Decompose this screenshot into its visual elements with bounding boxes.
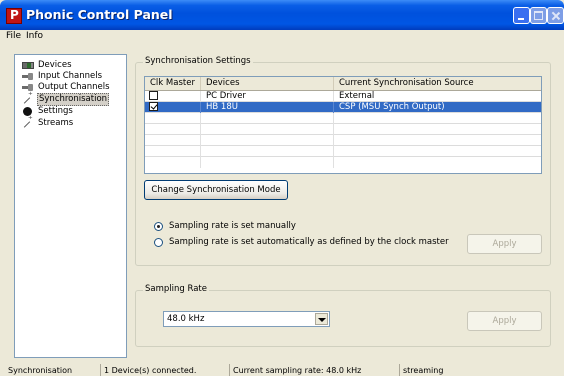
menu-file[interactable]: File <box>6 31 21 41</box>
sampling-rate-select[interactable]: 48.0 kHz <box>163 311 330 327</box>
table-header: Clk Master Devices Current Synchronisati… <box>145 77 541 91</box>
radio-auto-option[interactable]: Sampling rate is set automatically as de… <box>154 237 449 247</box>
radio-auto-label: Sampling rate is set automatically as de… <box>169 237 449 247</box>
table-row-empty <box>145 157 541 168</box>
sampling-rate-value: 48.0 kHz <box>167 314 205 324</box>
radio-manual[interactable] <box>154 221 163 231</box>
source-cell: CSP (MSU Synch Output) <box>339 102 445 112</box>
change-synchronisation-mode-button[interactable]: Change Synchronisation Mode <box>144 180 288 200</box>
maximize-button[interactable] <box>530 7 547 24</box>
clk-master-cell <box>145 102 201 113</box>
tree-item-synchronisation[interactable]: Synchronisation <box>22 91 110 106</box>
table-row[interactable]: PC Driver External <box>145 91 541 102</box>
source-cell: External <box>339 91 375 101</box>
status-page: Synchronisation <box>8 366 73 375</box>
tree-item-label: Settings <box>38 106 73 116</box>
tree-item-input-channels[interactable]: Input Channels <box>22 71 103 82</box>
tree-item-label: Output Channels <box>38 82 110 92</box>
status-bar: Synchronisation 1 Device(s) connected. C… <box>0 364 564 376</box>
phonic-logo-icon <box>6 8 22 24</box>
title-bar[interactable]: Phonic Control Panel <box>0 0 564 30</box>
device-cell: HB 18U <box>201 102 334 113</box>
clk-master-checkbox[interactable] <box>149 102 158 111</box>
minimize-button[interactable] <box>513 7 530 24</box>
synchronisation-table[interactable]: Clk Master Devices Current Synchronisati… <box>144 76 542 174</box>
device-cell: PC Driver <box>201 91 334 102</box>
menu-bar: File Info <box>0 30 564 44</box>
tree-item-label: Streams <box>38 118 74 128</box>
column-header-source[interactable]: Current Synchronisation Source <box>334 77 541 90</box>
input-channels-icon <box>22 72 34 81</box>
status-sampling-rate: Current sampling rate: 48.0 kHz <box>229 364 399 376</box>
tree-item-output-channels[interactable]: Output Channels <box>22 82 111 93</box>
tree-item-label: Synchronisation <box>37 93 110 106</box>
tree-item-streams[interactable]: Streams <box>22 115 74 129</box>
menu-info[interactable]: Info <box>26 31 43 41</box>
sampling-rate-title: Sampling Rate <box>143 284 209 294</box>
table-row-empty <box>145 146 541 157</box>
window-title: Phonic Control Panel <box>26 7 173 22</box>
navigation-tree[interactable]: Devices Input Channels Output Channels S… <box>14 54 127 358</box>
radio-manual-label: Sampling rate is set manually <box>169 221 296 231</box>
table-row-empty <box>145 113 541 124</box>
close-button[interactable] <box>547 7 564 24</box>
radio-manual-option[interactable]: Sampling rate is set manually <box>154 221 296 231</box>
tree-item-label: Devices <box>38 60 72 70</box>
synchronisation-icon <box>22 91 34 104</box>
status-devices: 1 Device(s) connected. <box>100 364 228 376</box>
clk-master-checkbox[interactable] <box>149 91 158 100</box>
radio-auto[interactable] <box>154 237 163 247</box>
sampling-apply-button[interactable]: Apply <box>467 311 542 331</box>
table-row[interactable]: HB 18U CSP (MSU Synch Output) <box>145 102 541 113</box>
clk-master-cell <box>145 91 201 102</box>
synchronisation-settings-title: Synchronisation Settings <box>143 56 253 66</box>
tree-item-label: Input Channels <box>38 71 103 81</box>
sync-apply-button[interactable]: Apply <box>467 234 542 254</box>
streams-icon <box>22 115 34 128</box>
chevron-down-icon[interactable] <box>315 313 328 325</box>
devices-icon <box>22 62 34 69</box>
column-header-clk-master[interactable]: Clk Master <box>145 77 201 90</box>
tree-item-devices[interactable]: Devices <box>22 60 73 71</box>
table-row-empty <box>145 124 541 135</box>
status-streaming: streaming <box>399 364 559 376</box>
column-header-devices[interactable]: Devices <box>201 77 334 90</box>
table-row-empty <box>145 135 541 146</box>
